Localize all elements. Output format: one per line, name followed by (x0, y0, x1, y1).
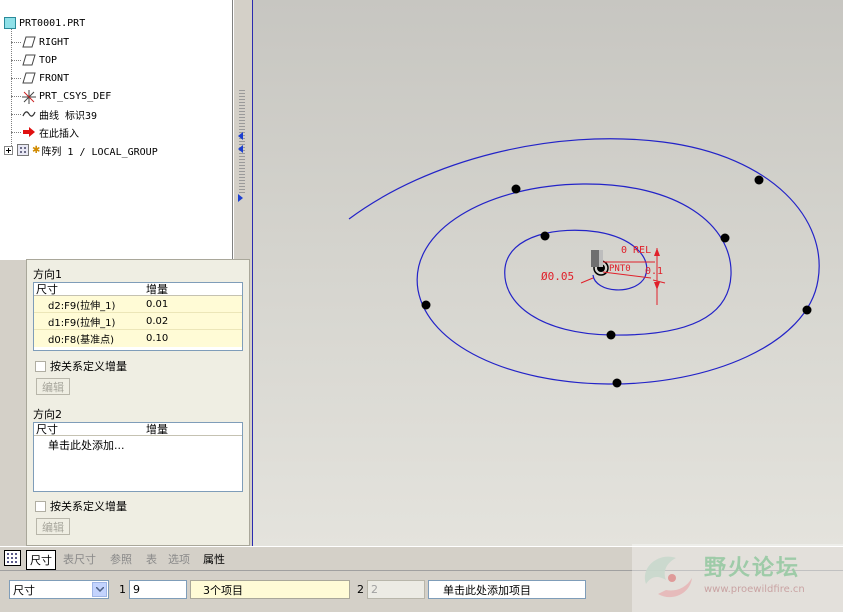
tree-item-top[interactable]: TOP (22, 51, 57, 69)
datum-plane-icon (22, 72, 36, 84)
tab-properties[interactable]: 属性 (203, 551, 225, 567)
tree-item-csys[interactable]: PRT_CSYS_DEF (22, 87, 111, 105)
dir2-number-label: 2 (357, 583, 364, 596)
tab-options[interactable]: 选项 (168, 551, 190, 567)
tab-table-dimensions[interactable]: 表尺寸 (63, 551, 96, 567)
datum-plane-icon (22, 54, 36, 66)
dim-rel-label[interactable]: 0 REL (621, 245, 651, 256)
col-header-dimension: 尺寸 (36, 283, 58, 296)
collapse-left-icon[interactable] (238, 145, 243, 153)
tree-item-label: TOP (39, 54, 58, 66)
extrude-feature (591, 250, 600, 267)
dir2-count-input[interactable]: 2 (367, 580, 425, 599)
dim-diameter-label[interactable]: Ø0.05 (541, 270, 574, 283)
dir2-items-field[interactable]: 单击此处添加项目 (428, 580, 586, 599)
dir1-dimension-table[interactable]: 尺寸 增量 d2:F9(拉伸_1) 0.01 d1:F9(拉伸_1) 0.02 … (33, 282, 243, 351)
tree-item-label: 阵列 1 / LOCAL_GROUP (41, 146, 158, 158)
pattern-point[interactable] (720, 233, 730, 243)
select-value: 尺寸 (13, 583, 35, 597)
cell-increment[interactable]: 0.01 (146, 299, 168, 310)
cell-increment[interactable]: 0.10 (146, 333, 168, 344)
tree-item-part[interactable]: PRT0001.PRT (4, 14, 85, 32)
chevron-down-icon[interactable] (92, 582, 107, 597)
pattern-icon (17, 144, 29, 156)
tree-item-front[interactable]: FRONT (22, 69, 69, 87)
tree-item-label: PRT0001.PRT (19, 17, 86, 29)
splitter-grip[interactable] (239, 90, 245, 194)
tree-item-right[interactable]: RIGHT (22, 33, 69, 51)
tree-item-pattern[interactable]: ✱ 阵列 1 / LOCAL_GROUP (4, 141, 158, 159)
graphics-window[interactable]: Ø0.05 0 REL 0.1 PNT0 (252, 0, 843, 546)
spiral-curve[interactable] (348, 138, 820, 385)
pattern-control-bar: 尺寸 1 9 3个项目 2 2 单击此处添加项目 (0, 570, 843, 612)
dir1-count-input[interactable]: 9 (129, 580, 187, 599)
dir2-relation-checkbox[interactable]: 按关系定义增量 (35, 498, 127, 514)
grid-toggle-icon[interactable] (4, 550, 21, 566)
pattern-point[interactable] (612, 378, 622, 388)
dir1-edit-button[interactable]: 编辑 (36, 378, 70, 395)
tree-item-curve[interactable]: 曲线 标识39 (22, 105, 97, 123)
checkbox-box[interactable] (35, 500, 46, 512)
pattern-point[interactable] (754, 175, 764, 185)
cell-dimension: d1:F9(拉伸_1) (48, 317, 116, 329)
pattern-star-icon: ✱ (32, 144, 41, 156)
col-header-increment: 增量 (146, 423, 168, 436)
dir1-number-label: 1 (119, 583, 126, 596)
dim-arrow-icon (654, 248, 660, 256)
pattern-type-select[interactable]: 尺寸 (9, 580, 109, 599)
cell-dimension: d0:F8(基准点) (48, 335, 114, 346)
dim-arrow-icon (654, 282, 660, 290)
pattern-point[interactable] (606, 330, 616, 340)
dir2-edit-button[interactable]: 编辑 (36, 518, 70, 535)
pattern-point[interactable] (421, 300, 431, 310)
curve-icon (22, 108, 36, 120)
table-row[interactable]: d2:F9(拉伸_1) 0.01 (34, 296, 242, 313)
pattern-point[interactable] (540, 231, 550, 241)
dir1-relation-checkbox[interactable]: 按关系定义增量 (35, 358, 127, 374)
tree-item-insert-here[interactable]: 在此插入 (22, 123, 79, 141)
insert-arrow-icon (22, 126, 36, 138)
tree-item-label: FRONT (39, 72, 70, 84)
checkbox-label: 按关系定义增量 (50, 500, 127, 513)
tree-item-label: 在此插入 (39, 128, 79, 140)
tree-item-label: RIGHT (39, 36, 70, 48)
table-row[interactable]: d1:F9(拉伸_1) 0.02 (34, 313, 242, 330)
checkbox-label: 按关系定义增量 (50, 360, 127, 373)
part-icon (4, 17, 16, 29)
csys-icon (22, 90, 36, 104)
tab-table[interactable]: 表 (146, 551, 157, 567)
pattern-dimension-panel: 方向1 尺寸 增量 d2:F9(拉伸_1) 0.01 d1:F9(拉伸_1) 0… (26, 259, 250, 546)
tree-item-label: PRT_CSYS_DEF (39, 90, 112, 102)
expand-right-icon[interactable] (238, 194, 243, 202)
datum-plane-icon (22, 36, 36, 48)
add-dimension-row[interactable]: 单击此处添加... (34, 436, 242, 453)
table-row[interactable]: d0:F8(基准点) 0.10 (34, 330, 242, 347)
dir2-dimension-table[interactable]: 尺寸 增量 单击此处添加... (33, 422, 243, 492)
tree-item-label: 曲线 标识39 (39, 110, 98, 122)
model-tree: PRT0001.PRT RIGHT TOP FRONT PRT_CSYS_DEF… (0, 0, 233, 260)
dir1-items-field[interactable]: 3个项目 (190, 580, 350, 599)
cell-increment[interactable]: 0.02 (146, 316, 168, 327)
dir1-title: 方向1 (33, 268, 62, 281)
collapse-left-icon[interactable] (238, 132, 243, 140)
expand-plus-icon[interactable] (4, 145, 13, 155)
dir2-title: 方向2 (33, 408, 62, 421)
checkbox-box[interactable] (35, 360, 46, 372)
point-label: PNT0 (609, 264, 631, 274)
tab-dimensions[interactable]: 尺寸 (26, 550, 56, 570)
pattern-point[interactable] (802, 305, 812, 315)
dashboard-tabs: 尺寸 表尺寸 参照 表 选项 属性 (0, 546, 843, 570)
tab-references[interactable]: 参照 (110, 551, 132, 567)
dim-inc-label[interactable]: 0.1 (645, 266, 663, 277)
pattern-point[interactable] (511, 184, 521, 194)
cell-dimension: d2:F9(拉伸_1) (48, 300, 116, 312)
extrude-highlight (599, 250, 603, 267)
col-header-increment: 增量 (146, 283, 168, 296)
col-header-dimension: 尺寸 (36, 423, 58, 436)
